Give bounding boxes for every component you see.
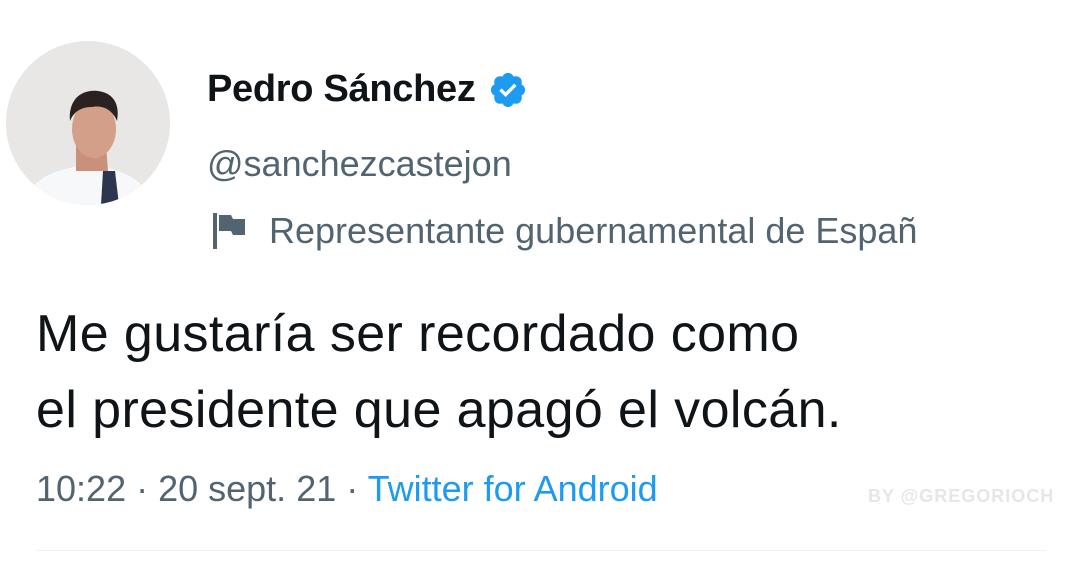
tweet-text-line-1: Me gustaría ser recordado como: [36, 305, 800, 363]
meta-separator-1: ·: [126, 468, 159, 509]
tweet-card: Pedro Sánchez @sanchezcastejon Represent…: [0, 0, 1080, 563]
government-label[interactable]: Representante gubernamental de Españ: [211, 210, 1080, 252]
tweet-metadata: 10:22 · 20 sept. 21 · Twitter for Androi…: [36, 468, 658, 510]
tweet-time[interactable]: 10:22: [36, 468, 126, 509]
meta-separator-2: ·: [336, 468, 368, 509]
tweet-text: Me gustaría ser recordado como el presid…: [36, 296, 1066, 448]
tweet-source-link[interactable]: Twitter for Android: [368, 468, 658, 509]
flag-icon: [213, 213, 245, 249]
avatar[interactable]: [6, 41, 170, 205]
author-handle[interactable]: @sanchezcastejon: [207, 143, 512, 185]
government-label-text: Representante gubernamental de Españ: [269, 210, 918, 251]
author-name-row: Pedro Sánchez: [207, 68, 528, 111]
tweet-text-line-2: el presidente que apagó el volcán.: [36, 381, 842, 439]
watermark: BY @GREGORIOCH: [868, 486, 1055, 506]
display-name[interactable]: Pedro Sánchez: [207, 68, 476, 111]
verified-badge-icon: [490, 72, 525, 107]
tweet-date[interactable]: 20 sept. 21: [158, 468, 336, 509]
divider: [36, 550, 1046, 551]
avatar-photo: [6, 41, 170, 205]
